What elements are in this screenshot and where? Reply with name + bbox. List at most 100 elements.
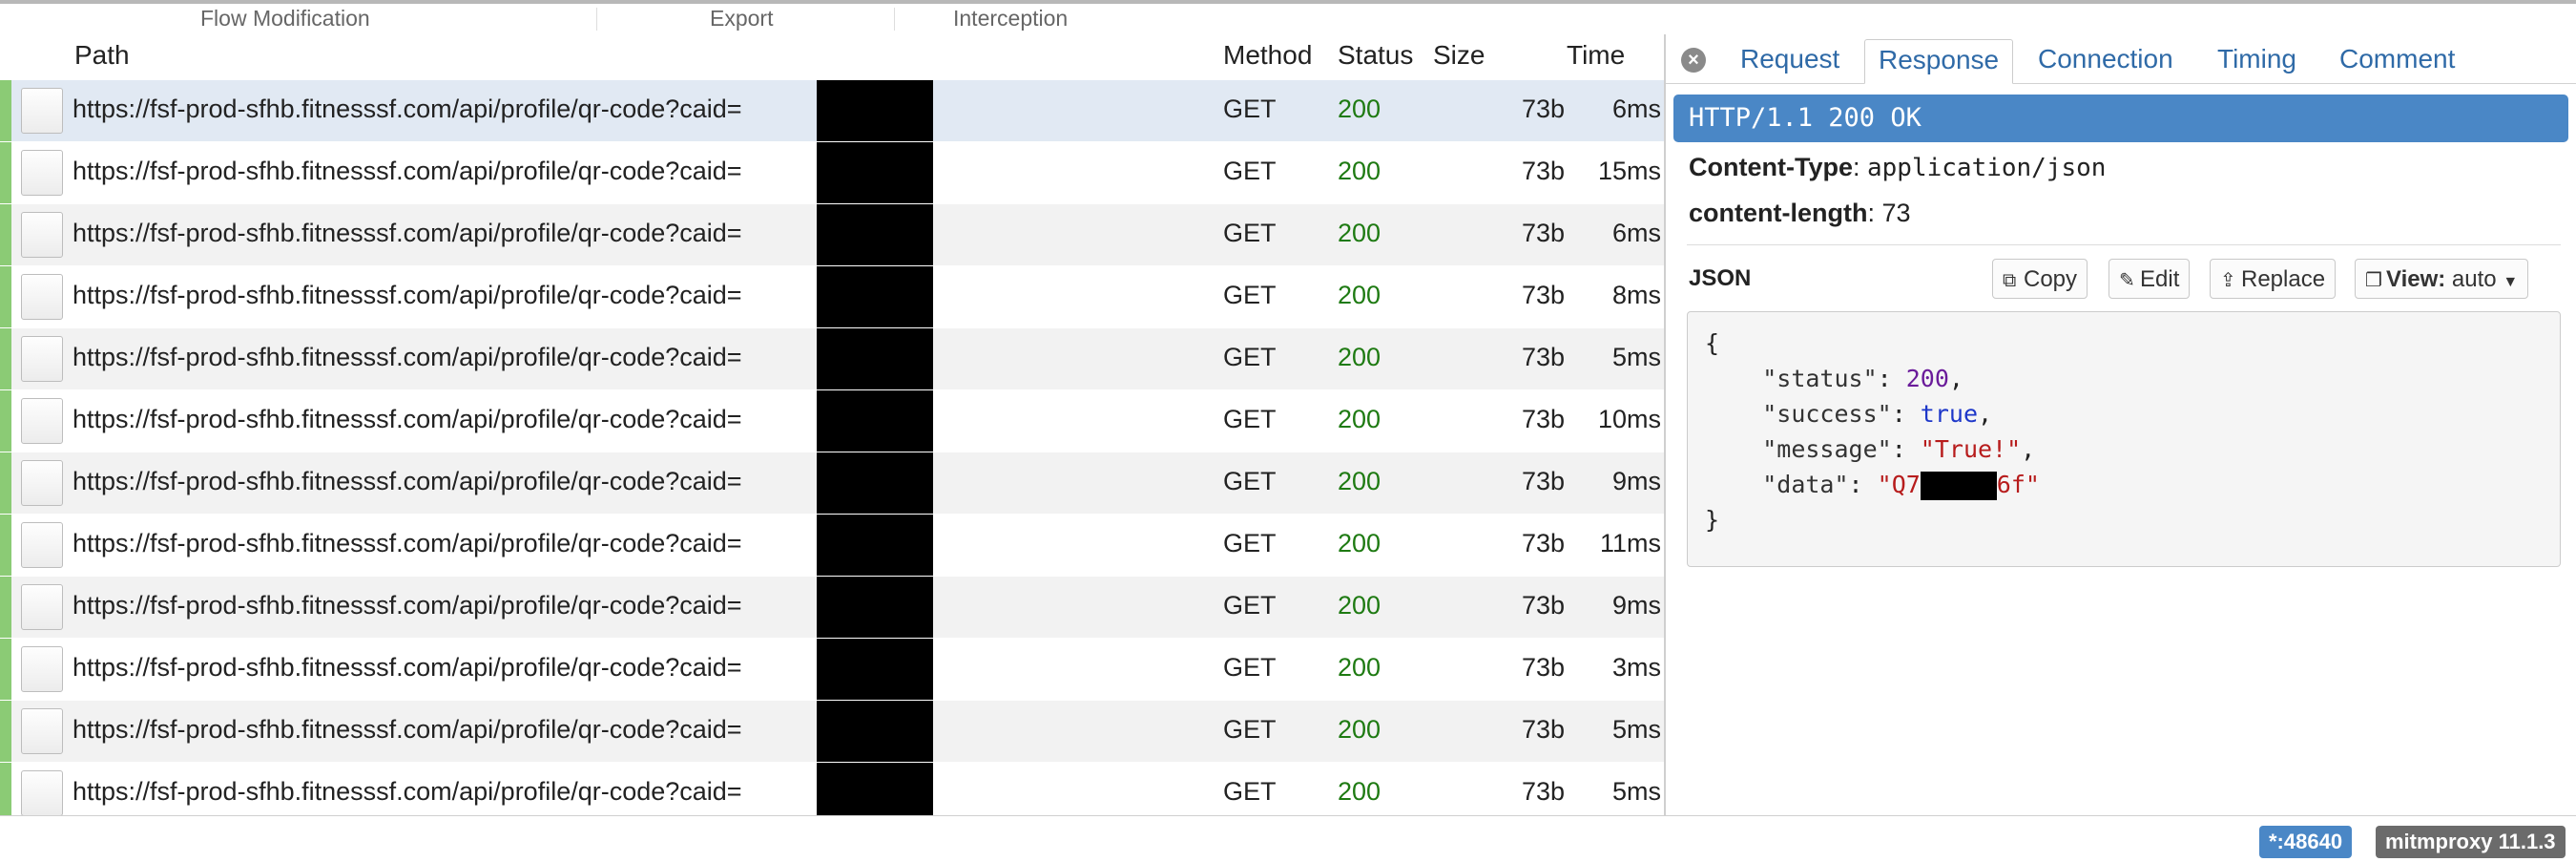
view-label: View: bbox=[2386, 266, 2446, 292]
json-line: { bbox=[1705, 326, 2543, 361]
menu-divider bbox=[894, 8, 895, 31]
view-value: auto bbox=[2451, 266, 2497, 292]
json-value: "Q7 bbox=[1877, 471, 1921, 498]
chevron-down-icon: ▼ bbox=[2503, 274, 2519, 290]
flow-method: GET bbox=[1223, 157, 1277, 185]
edit-button[interactable]: ✎ Edit bbox=[2109, 259, 2191, 299]
menu-interception[interactable]: Interception bbox=[953, 6, 1068, 32]
tab-timing[interactable]: Timing bbox=[2217, 44, 2296, 74]
document-icon bbox=[21, 212, 63, 258]
flow-method: GET bbox=[1223, 777, 1277, 806]
flow-method: GET bbox=[1223, 219, 1277, 247]
flow-path: https://fsf-prod-sfhb.fitnesssf.com/api/… bbox=[73, 95, 742, 123]
json-key: "success" bbox=[1762, 400, 1892, 428]
flow-list: https://fsf-prod-sfhb.fitnesssf.com/api/… bbox=[0, 80, 1665, 815]
flow-size: 73b bbox=[1521, 715, 1565, 744]
json-line: } bbox=[1705, 502, 2543, 537]
menu-divider bbox=[596, 8, 597, 31]
flow-row[interactable]: https://fsf-prod-sfhb.fitnesssf.com/api/… bbox=[0, 639, 1665, 701]
json-value: "True!" bbox=[1920, 435, 2022, 463]
clipboard-icon: ⧉ bbox=[2003, 270, 2017, 291]
flow-marker bbox=[0, 763, 11, 815]
column-method[interactable]: Method bbox=[1223, 40, 1312, 71]
column-path[interactable]: Path bbox=[74, 40, 130, 71]
flow-size: 73b bbox=[1521, 219, 1565, 247]
flow-path: https://fsf-prod-sfhb.fitnesssf.com/api/… bbox=[73, 157, 742, 185]
replace-label: Replace bbox=[2241, 266, 2326, 292]
header-value: 73 bbox=[1881, 199, 1911, 227]
edit-icon: ✎ bbox=[2119, 270, 2135, 291]
flow-time: 3ms bbox=[1611, 653, 1661, 682]
tab-request[interactable]: Request bbox=[1740, 44, 1839, 74]
menu-export[interactable]: Export bbox=[710, 6, 773, 32]
json-viewer: { "status": 200, "success": true, "messa… bbox=[1687, 311, 2561, 567]
flow-time: 6ms bbox=[1611, 219, 1661, 247]
column-time[interactable]: Time bbox=[1567, 40, 1625, 71]
flow-status: 200 bbox=[1338, 405, 1381, 433]
copy-button[interactable]: ⧉ Copy bbox=[1992, 259, 2088, 299]
document-icon bbox=[21, 150, 63, 196]
flow-row[interactable]: https://fsf-prod-sfhb.fitnesssf.com/api/… bbox=[0, 266, 1665, 328]
flow-size: 73b bbox=[1521, 405, 1565, 433]
header-row: Content-Type: application/json bbox=[1689, 153, 2107, 182]
flow-row[interactable]: https://fsf-prod-sfhb.fitnesssf.com/api/… bbox=[0, 452, 1665, 515]
tab-connection[interactable]: Connection bbox=[2038, 44, 2173, 74]
json-value: 200 bbox=[1905, 365, 1949, 392]
flow-method: GET bbox=[1223, 653, 1277, 682]
tab-response[interactable]: Response bbox=[1864, 39, 2014, 84]
view-mode-dropdown[interactable]: ❐ View: auto ▼ bbox=[2355, 259, 2529, 299]
content-view-label: JSON bbox=[1689, 265, 1752, 291]
document-icon bbox=[21, 398, 63, 444]
flow-row[interactable]: https://fsf-prod-sfhb.fitnesssf.com/api/… bbox=[0, 204, 1665, 266]
close-icon[interactable]: × bbox=[1681, 48, 1706, 73]
redaction-box bbox=[817, 80, 933, 141]
replace-button[interactable]: ⇪ Replace bbox=[2210, 259, 2337, 299]
flow-status: 200 bbox=[1338, 219, 1381, 247]
flow-row[interactable]: https://fsf-prod-sfhb.fitnesssf.com/api/… bbox=[0, 577, 1665, 639]
flow-row[interactable]: https://fsf-prod-sfhb.fitnesssf.com/api/… bbox=[0, 80, 1665, 142]
flow-status: 200 bbox=[1338, 95, 1381, 123]
redaction-box bbox=[817, 390, 933, 452]
flow-marker bbox=[0, 142, 11, 203]
flow-size: 73b bbox=[1521, 281, 1565, 309]
flow-size: 73b bbox=[1521, 95, 1565, 123]
copy-label: Copy bbox=[2024, 266, 2078, 292]
flow-row[interactable]: https://fsf-prod-sfhb.fitnesssf.com/api/… bbox=[0, 328, 1665, 390]
json-line: "message": "True!", bbox=[1762, 435, 2036, 463]
flow-time: 5ms bbox=[1611, 777, 1661, 806]
column-status[interactable]: Status bbox=[1338, 40, 1413, 71]
json-key: "message" bbox=[1762, 435, 1892, 463]
copy-icon: ❐ bbox=[2365, 270, 2382, 291]
flow-row[interactable]: https://fsf-prod-sfhb.fitnesssf.com/api/… bbox=[0, 701, 1665, 763]
flow-row[interactable]: https://fsf-prod-sfhb.fitnesssf.com/api/… bbox=[0, 763, 1665, 815]
flow-time: 15ms bbox=[1597, 157, 1661, 185]
menu-flow-modification[interactable]: Flow Modification bbox=[200, 6, 370, 32]
listen-port-badge: *:48640 bbox=[2259, 826, 2353, 858]
flow-path: https://fsf-prod-sfhb.fitnesssf.com/api/… bbox=[73, 529, 742, 557]
redaction-box bbox=[817, 515, 933, 576]
document-icon bbox=[21, 522, 63, 568]
flow-method: GET bbox=[1223, 343, 1277, 371]
redaction-box bbox=[817, 577, 933, 638]
flow-method: GET bbox=[1223, 467, 1277, 495]
redaction-box bbox=[817, 452, 933, 514]
redaction-box bbox=[817, 142, 933, 203]
redaction-box bbox=[817, 639, 933, 700]
flow-row[interactable]: https://fsf-prod-sfhb.fitnesssf.com/api/… bbox=[0, 390, 1665, 452]
flow-path: https://fsf-prod-sfhb.fitnesssf.com/api/… bbox=[73, 343, 742, 371]
document-icon bbox=[21, 708, 63, 754]
document-icon bbox=[21, 460, 63, 506]
document-icon bbox=[21, 88, 63, 134]
flow-row[interactable]: https://fsf-prod-sfhb.fitnesssf.com/api/… bbox=[0, 515, 1665, 577]
tab-comment[interactable]: Comment bbox=[2339, 44, 2455, 74]
response-status-line: HTTP/1.1 200 OK bbox=[1673, 95, 2568, 142]
json-key: "data" bbox=[1762, 471, 1849, 498]
redaction-box bbox=[817, 763, 933, 815]
menu-bar: Flow Modification Export Interception bbox=[0, 0, 2576, 34]
flow-size: 73b bbox=[1521, 343, 1565, 371]
flow-status: 200 bbox=[1338, 467, 1381, 495]
flow-row[interactable]: https://fsf-prod-sfhb.fitnesssf.com/api/… bbox=[0, 142, 1665, 204]
column-size[interactable]: Size bbox=[1433, 40, 1485, 71]
flow-table: Path Method Status Size Time https://fsf… bbox=[0, 34, 1665, 815]
flow-method: GET bbox=[1223, 715, 1277, 744]
